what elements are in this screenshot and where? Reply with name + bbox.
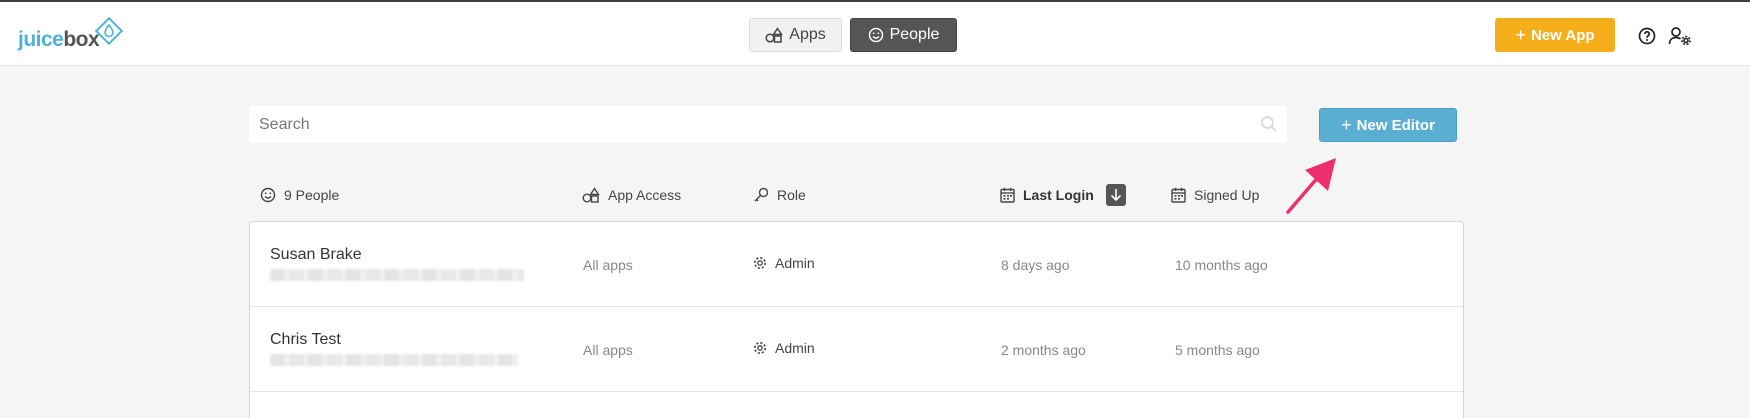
new-app-label: New App [1530,26,1595,44]
role-value: Admin [753,340,815,356]
logo-drop-icon [94,16,124,46]
new-app-button[interactable]: + New App [1495,18,1615,52]
gear-icon [754,257,766,269]
gear-icon [754,342,766,354]
tab-apps[interactable]: Apps [749,18,842,52]
redacted-email [270,354,518,366]
person-name: Susan Brake [270,246,362,263]
user-settings-icon[interactable] [1666,24,1694,48]
shapes-icon [582,187,600,203]
new-editor-label: New Editor [1356,116,1435,134]
search-input[interactable] [249,106,1249,143]
person-name: Chris Test [270,331,341,348]
smiley-icon [868,27,883,43]
col-role-header[interactable]: Role [753,184,806,206]
arrow-down-icon [1110,189,1121,202]
table-row[interactable]: Chris Test All apps Admin 2 months ago 5… [250,307,1463,392]
new-editor-button[interactable]: + New Editor [1319,108,1457,142]
key-icon [754,187,769,202]
juicebox-logo[interactable]: juicebox [18,16,128,56]
calendar-icon [1000,187,1015,203]
annotation-arrow [1286,158,1336,214]
role-value: Admin [753,255,815,271]
role-label: Role [777,187,806,203]
search-bar [249,106,1287,143]
search-icon[interactable] [1260,115,1278,133]
app-header: juicebox Apps People + New App [0,2,1750,66]
signed-up-value: 10 months ago [1175,257,1268,273]
people-table: Susan Brake All apps Admin 8 days ago 10… [249,221,1464,418]
table-row[interactable]: Susan Brake All apps Admin 8 days ago 10… [250,222,1463,307]
last-login-value: 8 days ago [1001,257,1070,273]
app-access-label: App Access [608,187,682,203]
people-count: 9 People [284,187,340,203]
signed-up-value: 5 months ago [1175,342,1260,358]
logo-text: juicebox [18,28,100,51]
plus-icon: + [1341,114,1352,135]
tab-people[interactable]: People [850,18,957,52]
app-access-value: All apps [583,257,633,273]
sort-descending-button[interactable] [1105,184,1126,206]
smiley-icon [260,187,276,203]
tab-apps-label: Apps [789,26,826,43]
shapes-icon [765,27,784,43]
role-text: Admin [775,340,815,356]
signed-up-label: Signed Up [1194,187,1260,203]
tab-people-label: People [889,26,940,43]
redacted-email [270,269,524,281]
app-access-value: All apps [583,342,633,358]
col-people-header: 9 People [260,184,339,206]
role-text: Admin [775,255,815,271]
col-signed-up-header[interactable]: Signed Up [1171,184,1259,206]
plus-icon: + [1515,24,1526,45]
col-app-access-header[interactable]: App Access [582,184,681,206]
col-last-login-header[interactable]: Last Login [1000,184,1126,206]
last-login-label: Last Login [1023,187,1094,203]
help-icon[interactable] [1635,24,1659,48]
last-login-value: 2 months ago [1001,342,1086,358]
calendar-icon [1171,187,1186,203]
